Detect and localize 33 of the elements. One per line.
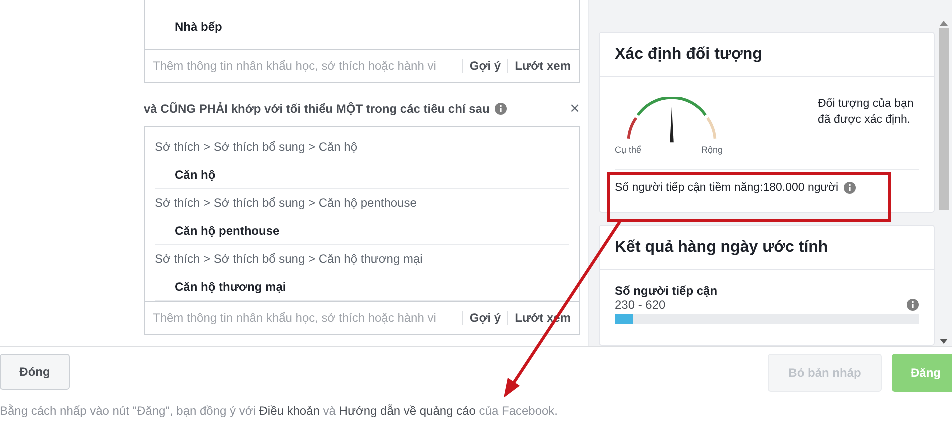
interest-name: Nhà bếp	[175, 20, 222, 34]
metric-range: 230 - 620	[615, 298, 666, 312]
action-link[interactable]: Gợi ý	[462, 59, 502, 73]
info-icon[interactable]	[844, 182, 856, 194]
close-button[interactable]: ×	[570, 100, 580, 117]
card-title: Xác định đối tượng	[615, 46, 762, 63]
scrollbar[interactable]	[938, 19, 950, 346]
gauge-label: Rộng	[701, 145, 723, 155]
targeting-input[interactable]: Thêm thông tin nhân khẩu học, sở thích hoặc hành vi	[153, 311, 456, 325]
terms-link[interactable]: Hướng dẫn về quảng cáo	[339, 404, 476, 418]
interest-name: Căn hộ	[175, 168, 217, 182]
info-icon[interactable]	[494, 102, 507, 114]
audience-message: Đối tượng của bạn đã được xác định.	[818, 97, 915, 128]
interest-name: Căn hộ penthouse	[175, 224, 281, 238]
interest-path: Sở thích > Sở thích bổ sung > Căn hộ thương mại	[155, 252, 424, 266]
terms-text: Bằng cách nhấp vào nút "Đăng", bạn đồng ý với Điều khoản và Hướng dẫn về quảng cáo của Facebook.	[0, 404, 558, 418]
card-title: Kết quả hàng ngày ước tính	[615, 239, 828, 256]
scroll-thumb[interactable]	[939, 28, 949, 210]
gauge-label: Cụ thể	[615, 145, 642, 155]
terms-link[interactable]: Điều khoản	[259, 404, 320, 418]
scroll-down-icon[interactable]	[940, 339, 948, 344]
potential-reach: Số người tiếp cận tiềm năng:180.000 người	[615, 182, 839, 194]
action-link[interactable]: Gợi ý	[462, 311, 502, 325]
interest-path: Sở thích > Sở thích bổ sung > Căn hộ penthouse	[155, 196, 418, 210]
scroll-up-icon[interactable]	[940, 21, 948, 26]
info-icon[interactable]	[907, 299, 919, 311]
action-link[interactable]: Lướt xem	[507, 59, 571, 73]
interest-name: Căn hộ thương mại	[175, 280, 288, 294]
close-button[interactable]: Đóng	[0, 354, 70, 390]
metric-label: Số người tiếp cận	[615, 284, 719, 298]
targeting-input[interactable]: Thêm thông tin nhân khẩu học, sở thích hoặc hành vi	[153, 59, 456, 73]
criteria-title: và CŨNG PHẢI khớp với tối thiểu MỘT trong các tiêu chí sau	[144, 102, 490, 116]
interest-path: Sở thích > Sở thích bổ sung > Căn hộ	[155, 140, 359, 154]
